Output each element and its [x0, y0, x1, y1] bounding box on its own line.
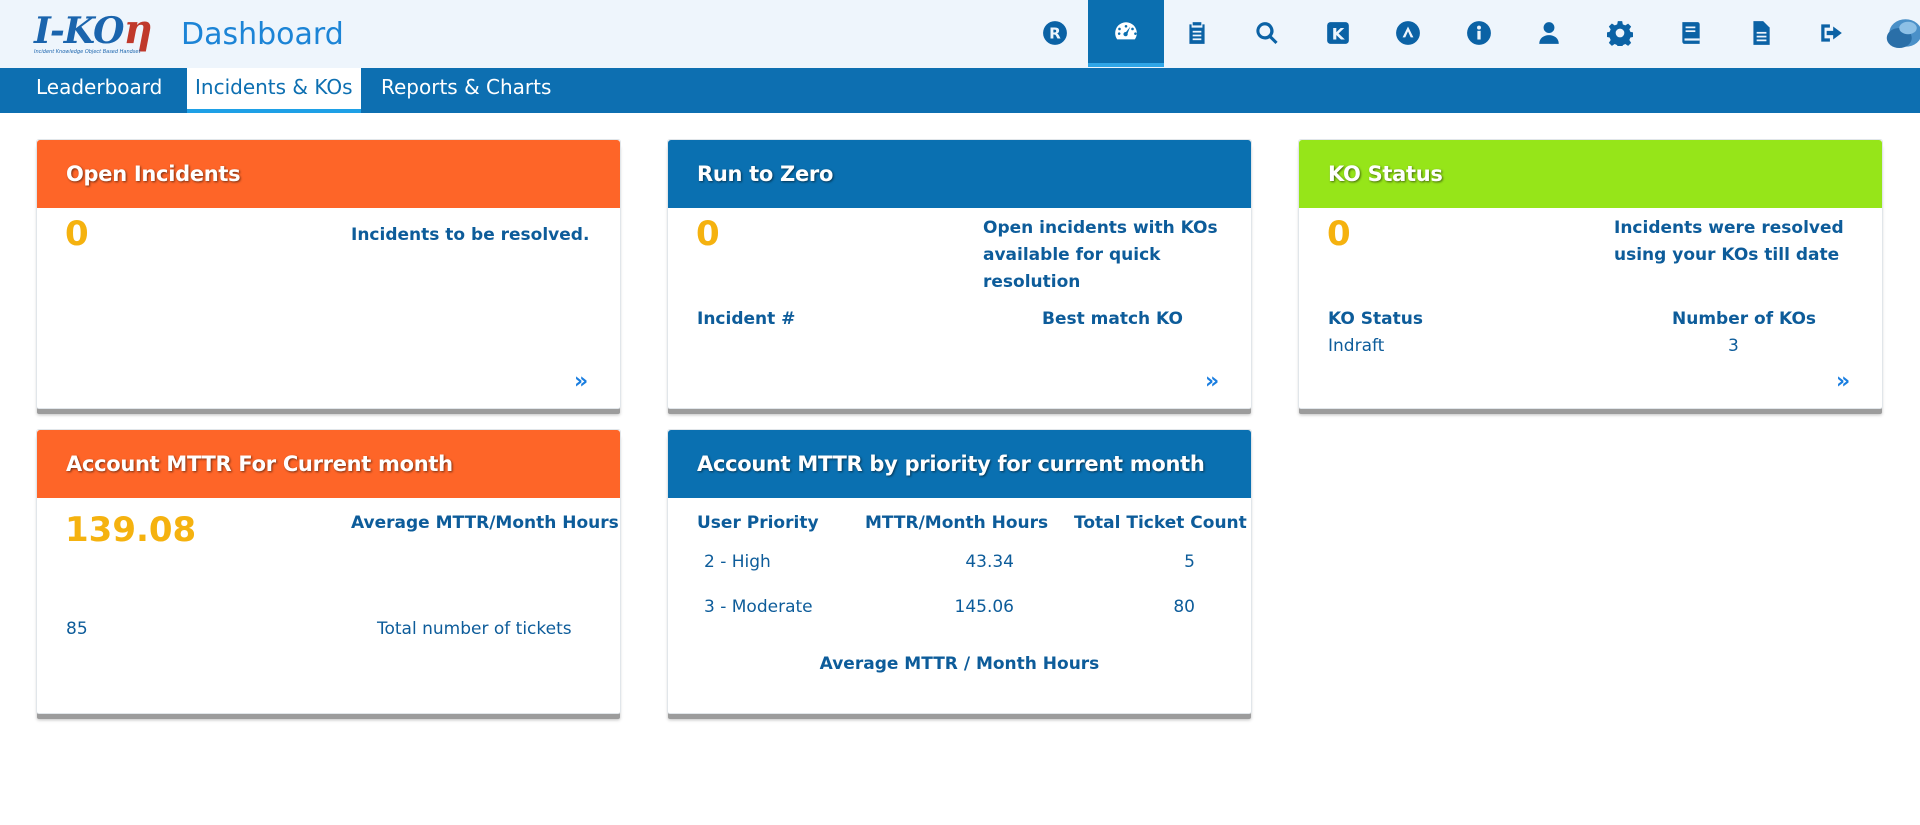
card-title: Open Incidents	[37, 140, 620, 208]
total-tickets-label: Total number of tickets	[377, 619, 572, 639]
mttr-month-card: Account MTTR For Current month 139.08 Av…	[36, 429, 621, 714]
ko-status-label-line2: using your KOs till date	[1614, 245, 1840, 265]
user-icon[interactable]	[1511, 0, 1587, 66]
ko-status-row-status: Indraft	[1328, 336, 1385, 356]
open-incidents-count: 0	[65, 214, 89, 254]
svg-text:K: K	[1332, 25, 1346, 44]
incident-number-header: Incident #	[697, 309, 796, 329]
ko-status-row-count: 3	[1728, 336, 1739, 356]
ko-status-header: KO Status	[1328, 309, 1423, 329]
priority-row-count: 80	[1173, 597, 1195, 617]
open-incidents-label: Incidents to be resolved.	[351, 225, 590, 245]
svg-text:R: R	[1049, 24, 1061, 42]
average-mttr-footer: Average MTTR / Month Hours	[819, 654, 1100, 674]
dashboard-gauge-icon[interactable]	[1088, 0, 1164, 67]
user-priority-header: User Priority	[697, 513, 819, 533]
mttr-hours-header: MTTR/Month Hours	[865, 513, 1049, 533]
gear-icon[interactable]	[1582, 0, 1658, 66]
open-incidents-card: Open Incidents 0 Incidents to be resolve…	[36, 139, 621, 409]
number-of-kos-header: Number of KOs	[1672, 309, 1817, 329]
run-to-zero-label-line1: Open incidents with KOs	[983, 218, 1218, 238]
logo-mark: I-KOη	[34, 6, 153, 53]
logout-icon[interactable]	[1793, 0, 1869, 66]
k-badge-icon[interactable]: K	[1300, 0, 1376, 66]
run-to-zero-label-line2: available for quick resolution	[983, 245, 1161, 292]
priority-row-count: 5	[1184, 552, 1195, 572]
app-logo[interactable]: I-KOη Incident Knowledge Object Based Ha…	[34, 6, 153, 60]
page-title: Dashboard	[181, 17, 344, 52]
app-header: I-KOη Incident Knowledge Object Based Ha…	[0, 0, 1920, 68]
tab-leaderboard[interactable]: Leaderboard	[28, 68, 170, 113]
card-title: Run to Zero	[668, 140, 1251, 208]
card-title: Account MTTR For Current month	[37, 430, 620, 498]
ko-status-more-icon[interactable]: »	[1836, 369, 1850, 394]
profile-image-icon[interactable]	[1865, 0, 1920, 66]
document-icon[interactable]	[1723, 0, 1799, 66]
priority-row-mttr: 43.34	[965, 552, 1014, 572]
tab-incidents-kos[interactable]: Incidents & KOs	[187, 68, 361, 113]
ko-status-card: KO Status 0 Incidents were resolved usin…	[1298, 139, 1883, 409]
info-icon[interactable]	[1441, 0, 1517, 66]
run-to-zero-card: Run to Zero 0 Open incidents with KOs av…	[667, 139, 1252, 409]
logo-tagline: Incident Knowledge Object Based Handset	[34, 49, 141, 55]
card-title: KO Status	[1299, 140, 1882, 208]
total-tickets-value: 85	[66, 619, 88, 639]
book-icon[interactable]	[1653, 0, 1729, 66]
mttr-priority-card: Account MTTR by priority for current mon…	[667, 429, 1252, 714]
run-to-zero-count: 0	[696, 214, 720, 254]
r-badge-icon[interactable]: R	[1017, 0, 1093, 66]
main-tabs: Leaderboard Incidents & KOs Reports & Ch…	[0, 68, 1920, 113]
search-icon[interactable]	[1229, 0, 1305, 66]
best-match-ko-header: Best match KO	[1042, 309, 1183, 329]
clipboard-icon[interactable]	[1159, 0, 1235, 66]
ko-status-count: 0	[1327, 214, 1351, 254]
open-incidents-more-icon[interactable]: »	[574, 369, 588, 394]
a-badge-icon[interactable]	[1370, 0, 1446, 66]
priority-row-label: 2 - High	[704, 552, 771, 572]
ko-status-label-line1: Incidents were resolved	[1614, 218, 1844, 238]
average-mttr-label: Average MTTR/Month Hours	[351, 513, 619, 533]
priority-row-label: 3 - Moderate	[704, 597, 813, 617]
ticket-count-header: Total Ticket Count	[1074, 513, 1247, 533]
average-mttr-value: 139.08	[65, 510, 197, 550]
tab-reports-charts[interactable]: Reports & Charts	[373, 68, 559, 113]
card-title: Account MTTR by priority for current mon…	[668, 430, 1251, 498]
priority-row-mttr: 145.06	[954, 597, 1014, 617]
run-to-zero-more-icon[interactable]: »	[1205, 369, 1219, 394]
